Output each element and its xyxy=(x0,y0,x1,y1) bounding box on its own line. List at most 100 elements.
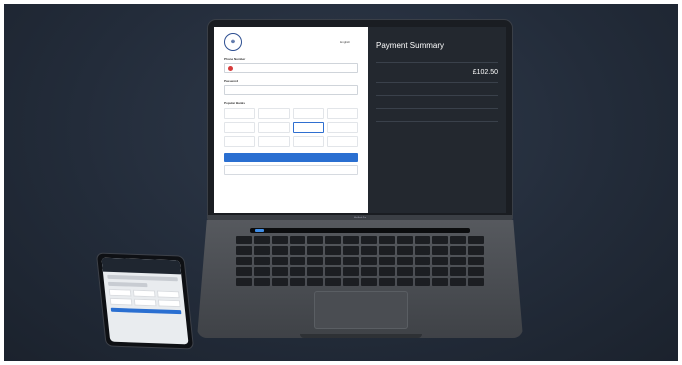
brand-logo-icon: ⊕ xyxy=(224,33,242,51)
keyboard-key xyxy=(236,246,252,255)
keyboard-key xyxy=(468,246,484,255)
keyboard-key xyxy=(289,246,306,255)
summary-row xyxy=(376,95,498,108)
keyboard-key xyxy=(360,256,377,266)
summary-row xyxy=(376,82,498,95)
bank-tile[interactable] xyxy=(326,136,358,147)
summary-row xyxy=(376,108,498,121)
flag-icon xyxy=(228,65,233,71)
keyboard-key xyxy=(414,267,431,276)
keyboard-key xyxy=(236,256,252,266)
password-input[interactable] xyxy=(224,85,358,95)
keyboard-key xyxy=(307,246,324,255)
phone-header xyxy=(101,257,182,275)
continue-button[interactable] xyxy=(224,153,358,162)
keyboard-key xyxy=(307,277,324,286)
keyboard-key xyxy=(396,246,413,255)
keyboard-key xyxy=(468,277,484,286)
keyboard-key xyxy=(378,277,395,286)
phone-input[interactable] xyxy=(224,63,358,73)
keyboard-key xyxy=(378,267,395,276)
keyboard-key xyxy=(271,256,288,266)
bank-tile[interactable] xyxy=(326,122,358,133)
laptop-screen: ⊕ English Phone Number Password Popular … xyxy=(214,27,506,213)
bank-tile[interactable] xyxy=(258,122,290,133)
laptop-notch xyxy=(300,334,422,338)
phone-button xyxy=(110,307,182,315)
keyboard-key xyxy=(432,277,449,286)
keyboard-key xyxy=(432,256,449,266)
password-label: Password xyxy=(224,79,239,83)
keyboard-key xyxy=(432,267,449,276)
bank-tile[interactable] xyxy=(224,136,256,147)
keyboard-key xyxy=(360,236,377,245)
payment-summary-panel: Payment Summary £102.50 xyxy=(368,27,506,213)
phone-bank-grid xyxy=(108,288,181,308)
keyboard-key xyxy=(271,246,288,255)
keyboard xyxy=(236,236,484,286)
keyboard-key xyxy=(468,236,484,245)
keyboard-key xyxy=(236,267,252,276)
bank-tile[interactable] xyxy=(326,108,358,119)
keyboard-key xyxy=(325,256,342,266)
keyboard-key xyxy=(343,267,359,276)
trackpad xyxy=(314,291,408,329)
keyboard-key xyxy=(343,256,359,266)
keyboard-key xyxy=(360,246,377,255)
keyboard-key xyxy=(236,236,252,245)
keyboard-key xyxy=(253,236,270,245)
summary-title: Payment Summary xyxy=(376,41,445,50)
phone-field xyxy=(107,281,148,288)
keyboard-key xyxy=(360,277,377,286)
cancel-button[interactable] xyxy=(224,165,358,175)
keyboard-key xyxy=(307,236,324,245)
keyboard-key xyxy=(450,236,467,245)
keyboard-key xyxy=(236,277,252,286)
keyboard-key xyxy=(396,256,413,266)
phone-field xyxy=(107,274,178,282)
keyboard-key xyxy=(414,236,431,245)
keyboard-key xyxy=(325,277,342,286)
touch-bar xyxy=(250,228,470,233)
keyboard-key xyxy=(343,236,359,245)
bank-tile[interactable] xyxy=(292,136,324,147)
phone-screen xyxy=(101,257,189,345)
bank-tile[interactable] xyxy=(224,108,256,119)
keyboard-key xyxy=(289,256,306,266)
keyboard-key xyxy=(289,277,306,286)
keyboard-key xyxy=(253,277,270,286)
keyboard-key xyxy=(432,236,449,245)
language-select[interactable]: English xyxy=(340,40,350,44)
keyboard-key xyxy=(360,267,377,276)
keyboard-key xyxy=(325,246,342,255)
keyboard-key xyxy=(432,246,449,255)
bank-tile[interactable] xyxy=(224,122,256,133)
bank-tile[interactable] xyxy=(258,108,290,119)
bank-tile[interactable] xyxy=(292,108,324,119)
keyboard-key xyxy=(450,256,467,266)
keyboard-key xyxy=(468,267,484,276)
keyboard-key xyxy=(343,246,359,255)
keyboard-key xyxy=(289,236,306,245)
amount-value: £102.50 xyxy=(472,69,498,76)
keyboard-key xyxy=(450,277,467,286)
keyboard-key xyxy=(271,277,288,286)
laptop-lid: ⊕ English Phone Number Password Popular … xyxy=(208,20,512,220)
keyboard-key xyxy=(289,267,306,276)
summary-row xyxy=(376,121,498,134)
bank-tile[interactable] xyxy=(258,136,290,147)
keyboard-key xyxy=(325,236,342,245)
product-photo: ⊕ English Phone Number Password Popular … xyxy=(0,0,682,365)
keyboard-key xyxy=(343,277,359,286)
banks-label: Popular Banks xyxy=(224,101,246,105)
login-header: ⊕ English xyxy=(224,33,358,51)
keyboard-key xyxy=(450,246,467,255)
keyboard-key xyxy=(307,267,324,276)
keyboard-key xyxy=(253,256,270,266)
bank-tile-selected[interactable] xyxy=(292,122,324,133)
keyboard-key xyxy=(396,277,413,286)
keyboard-key xyxy=(396,236,413,245)
keyboard-key xyxy=(378,236,395,245)
keyboard-key xyxy=(450,267,467,276)
keyboard-key xyxy=(271,236,288,245)
